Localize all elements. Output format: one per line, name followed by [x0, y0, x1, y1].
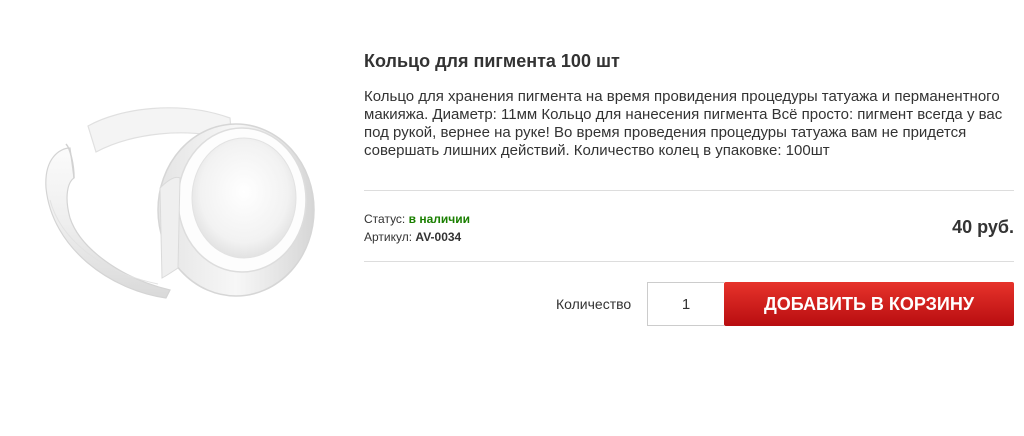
product-info: Кольцо для пигмента 100 шт Кольцо для хр…	[364, 50, 1014, 328]
product-page: Кольцо для пигмента 100 шт Кольцо для хр…	[0, 0, 1024, 436]
product-title: Кольцо для пигмента 100 шт	[364, 51, 620, 71]
sku-value: AV-0034	[415, 230, 462, 244]
product-meta: Статус: в наличии Артикул: AV-0034 40 ру…	[364, 191, 1014, 261]
product-price: 40 руб.	[952, 217, 1014, 237]
product-image	[40, 78, 320, 310]
add-to-cart-button[interactable]: ДОБАВИТЬ В КОРЗИНУ	[724, 282, 1014, 326]
pigment-ring-icon	[45, 107, 315, 299]
meta-lines: Статус: в наличии Артикул: AV-0034	[364, 210, 470, 246]
purchase-row: Количество ДОБАВИТЬ В КОРЗИНУ	[364, 262, 1014, 328]
sku-line: Артикул: AV-0034	[364, 228, 470, 246]
product-description: Кольцо для хранения пигмента на время пр…	[364, 88, 1003, 159]
quantity-label: Количество	[556, 296, 632, 312]
status-line: Статус: в наличии	[364, 210, 470, 228]
status-label: Статус:	[364, 212, 406, 226]
quantity-input[interactable]	[647, 282, 724, 326]
status-badge: в наличии	[408, 212, 470, 226]
sku-label: Артикул:	[364, 230, 413, 244]
